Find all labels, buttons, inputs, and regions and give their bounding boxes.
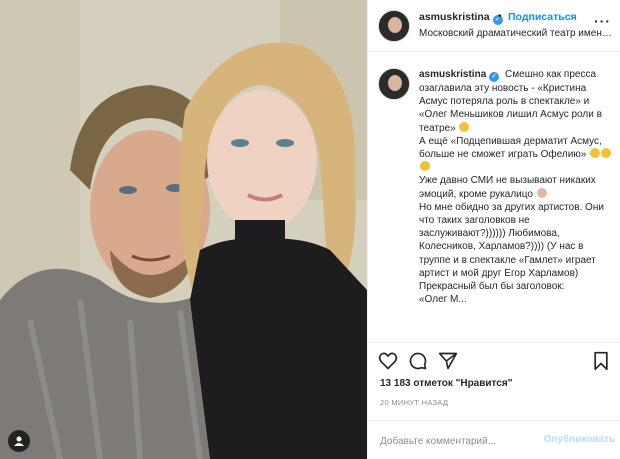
caption-area: asmuskristina ✓ Смешно как пресса озаглав… [368, 52, 620, 342]
laugh-emoji-icon [590, 148, 601, 159]
follow-button[interactable]: Подписаться [508, 11, 577, 23]
action-bar [368, 342, 620, 376]
post-caption: asmuskristina ✓ Смешно как пресса озаглав… [419, 68, 615, 306]
username[interactable]: asmuskristina ✓ [419, 11, 503, 25]
publish-button[interactable]: Опубликовать [544, 434, 615, 445]
separator-dot: • [498, 11, 502, 22]
add-comment-bar: Опубликовать [368, 420, 620, 459]
location-link[interactable]: Московский драматический театр имени М..… [419, 28, 615, 39]
heart-icon[interactable] [378, 351, 398, 371]
caption-line: А ещё «Подцепившая дерматит Асмус, больш… [419, 135, 602, 161]
caption-username[interactable]: asmuskristina ✓ [419, 69, 500, 82]
post-photo[interactable] [0, 0, 367, 459]
verified-badge-icon: ✓ [489, 72, 500, 82]
laugh-emoji-icon [601, 148, 612, 159]
bookmark-icon[interactable] [591, 351, 611, 371]
comment-input[interactable] [380, 433, 540, 449]
caption-line: Прекрасный был бы заголовок: [419, 281, 565, 293]
likes-count[interactable]: 13 183 отметок "Нравится" [380, 378, 512, 389]
send-icon[interactable] [438, 351, 458, 371]
more-options-icon[interactable]: ··· [594, 13, 611, 29]
caption-line: «Олег М... [419, 294, 467, 306]
caption-line: Уже давно СМИ не вызывают никаких эмоций… [419, 175, 596, 200]
avatar[interactable] [378, 10, 410, 42]
post-sidebar: asmuskristina ✓ • Подписаться Московский … [367, 0, 620, 459]
tag-people-icon[interactable] [8, 430, 30, 452]
laugh-emoji-icon [420, 161, 430, 172]
caption-avatar[interactable] [378, 68, 410, 100]
comment-icon[interactable] [408, 351, 428, 371]
post-image [0, 0, 367, 459]
facepalm-emoji-icon [536, 187, 547, 198]
caption-line: Но мне обидно за других артистов. Они чт… [419, 201, 604, 279]
laugh-emoji-icon [459, 121, 470, 132]
post-header: asmuskristina ✓ • Подписаться Московский … [368, 0, 620, 52]
post-timestamp[interactable]: 20 МИНУТ НАЗАД [380, 398, 448, 407]
